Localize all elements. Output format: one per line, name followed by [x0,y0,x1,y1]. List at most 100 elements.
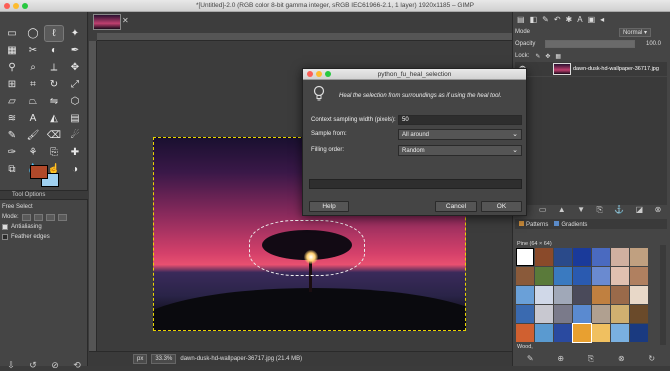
rect-select-tool-icon[interactable]: ▭ [3,26,21,41]
cage-tool-icon[interactable]: ⬡ [66,94,84,109]
zoom-tool-icon[interactable]: ⌕ [24,60,42,75]
measure-tool-icon[interactable]: ⟂ [45,60,63,75]
pattern-swatch[interactable] [611,286,629,304]
pattern-swatch[interactable] [592,324,610,342]
pattern-swatch[interactable] [592,248,610,266]
pattern-swatch[interactable] [554,324,572,342]
layers-tab-icon[interactable]: ▤ [517,15,525,24]
align-tool-icon[interactable]: ⊞ [3,77,21,92]
pattern-swatch[interactable] [516,267,534,285]
pattern-swatch[interactable] [611,324,629,342]
layer-mask-icon[interactable]: ◪ [636,205,644,217]
text-tool-icon[interactable]: A [24,111,42,126]
image-tab-thumbnail[interactable] [93,14,121,30]
pattern-swatch[interactable] [592,305,610,323]
duplicate-pattern-icon[interactable]: ⎘ [588,354,594,364]
undo-history-tab-icon[interactable]: ↶ [554,15,561,24]
pattern-swatch[interactable] [516,248,534,266]
pattern-swatch[interactable] [573,286,591,304]
lock-alpha-icon[interactable]: ▦ [555,53,561,60]
lock-position-icon[interactable]: ✥ [545,53,550,60]
sample-from-select[interactable]: All around ⌄ [398,129,522,140]
dodge-burn-tool-icon[interactable]: ◑ [66,162,84,177]
tab-patterns[interactable]: Patterns [519,220,548,228]
new-layer-group-icon[interactable]: ▭ [539,205,547,217]
warp-tool-icon[interactable]: ≋ [3,111,21,126]
pattern-swatch[interactable] [535,286,553,304]
pattern-swatch[interactable] [611,305,629,323]
ellipse-select-tool-icon[interactable]: ◯ [24,26,42,41]
paths-tab-icon[interactable]: ✎ [542,15,549,24]
anchor-layer-icon[interactable]: ⚓ [614,205,624,217]
airbrush-tool-icon[interactable]: ☄ [66,128,84,143]
mode-intersect-button[interactable] [57,213,67,221]
scissors-tool-icon[interactable]: ✂ [24,43,42,58]
layer-item[interactable]: 👁 dawn-dusk-hd-wallpaper-36717.jpg [515,62,667,76]
layer-name[interactable]: dawn-dusk-hd-wallpaper-36717.jpg [573,66,659,72]
pattern-swatch[interactable] [573,248,591,266]
unit-selector[interactable]: px [133,354,148,364]
new-pattern-icon[interactable]: ⊕ [557,354,564,364]
paintbrush-tool-icon[interactable]: 🖌 [24,128,42,143]
pattern-swatch[interactable] [516,324,534,342]
pattern-swatch[interactable] [516,286,534,304]
fuzzy-select-tool-icon[interactable]: ✦ [66,26,84,41]
crop-tool-icon[interactable]: ⌗ [24,77,42,92]
flip-tool-icon[interactable]: ⇋ [45,94,63,109]
pattern-swatch[interactable] [573,305,591,323]
pattern-swatch[interactable] [554,267,572,285]
pattern-swatch[interactable] [611,248,629,266]
pattern-swatch[interactable] [630,324,648,342]
pattern-swatch[interactable] [630,248,648,266]
tab-gradients[interactable]: Gradients [554,220,587,228]
layer-mode-select[interactable]: Normal ▾ [618,27,651,37]
pencil-tool-icon[interactable]: ✎ [3,128,21,143]
pattern-swatch[interactable] [554,305,572,323]
paths-tool-icon[interactable]: ✒ [66,43,84,58]
channels-tab-icon[interactable]: ◧ [530,15,538,24]
shear-tool-icon[interactable]: ▱ [3,94,21,109]
dock-menu-icon[interactable]: ◂ [600,15,604,24]
duplicate-layer-icon[interactable]: ⎘ [596,205,602,217]
free-selection-outline[interactable] [249,220,365,276]
layers-list[interactable] [515,77,667,205]
pattern-swatch[interactable] [535,267,553,285]
brushes-tab-icon[interactable]: ✱ [566,15,573,24]
foreground-select-tool-icon[interactable]: ◐ [45,43,63,58]
perspective-tool-icon[interactable]: ⏢ [24,94,42,109]
opacity-slider[interactable] [545,40,635,48]
pattern-swatch[interactable] [630,267,648,285]
pattern-swatch[interactable] [592,286,610,304]
ok-button[interactable]: OK [481,201,522,212]
images-tab-icon[interactable]: ▣ [588,15,596,24]
bucket-fill-tool-icon[interactable]: ◭ [45,111,63,126]
refresh-patterns-icon[interactable]: ↻ [648,354,655,364]
pattern-swatch[interactable] [573,267,591,285]
cancel-button[interactable]: Cancel [435,201,477,212]
lower-layer-icon[interactable]: ▼ [577,205,585,217]
eraser-tool-icon[interactable]: ⌫ [45,128,63,143]
clone-tool-icon[interactable]: ⎘ [45,145,63,160]
color-picker-tool-icon[interactable]: ⚲ [3,60,21,75]
rotate-tool-icon[interactable]: ↻ [45,77,63,92]
scale-tool-icon[interactable]: ⤢ [66,77,84,92]
pattern-swatch[interactable] [554,248,572,266]
filling-order-select[interactable]: Random ⌄ [398,145,522,156]
by-color-select-tool-icon[interactable]: ▦ [3,43,21,58]
zoom-selector[interactable]: 33.3% [151,354,177,364]
delete-pattern-icon[interactable]: ⊗ [618,354,625,364]
delete-layer-icon[interactable]: ⊗ [655,205,662,217]
perspective-clone-tool-icon[interactable]: ⧉ [3,162,21,177]
vertical-ruler[interactable] [89,41,97,351]
pattern-swatch[interactable] [611,267,629,285]
free-select-tool-icon[interactable]: ℓ [44,25,64,42]
pattern-swatch[interactable] [554,286,572,304]
close-tab-icon[interactable]: ✕ [122,16,129,25]
context-width-input[interactable]: 50 [398,115,522,125]
pattern-swatch[interactable] [592,267,610,285]
blend-tool-icon[interactable]: ▤ [66,111,84,126]
foreground-color-swatch[interactable] [30,165,48,179]
heal-tool-icon[interactable]: ✚ [66,145,84,160]
raise-layer-icon[interactable]: ▲ [558,205,566,217]
mypaint-brush-tool-icon[interactable]: ⚘ [24,145,42,160]
